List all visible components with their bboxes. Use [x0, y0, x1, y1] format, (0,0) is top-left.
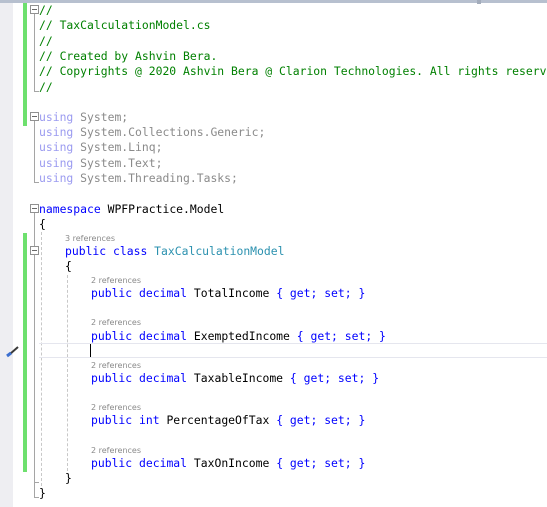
namespace-name: WPFPractice.Model	[107, 202, 225, 216]
property-declaration: public decimal ExemptedIncome { get; set…	[91, 329, 386, 343]
using-keyword: using	[39, 140, 74, 154]
modifier-keyword: public	[91, 371, 133, 385]
property-name: TotalIncome	[193, 286, 270, 300]
collapse-toggle-icon[interactable]	[30, 112, 39, 121]
indent-guide	[67, 275, 68, 471]
using-namespace: System.Collections.Generic;	[80, 125, 266, 139]
codelens-references[interactable]: 2 references	[91, 318, 141, 328]
class-name: TaxCalculationModel	[154, 244, 285, 258]
using-keyword: using	[39, 110, 74, 124]
using-directive: using System.Collections.Generic;	[39, 125, 265, 139]
property-accessors: { get; set; }	[289, 371, 380, 385]
modifier-keyword: public	[91, 329, 133, 343]
class-keyword: class	[113, 244, 148, 258]
class-open-brace: {	[65, 259, 72, 273]
type-keyword: decimal	[139, 456, 188, 470]
namespace-declaration: namespace WPFPractice.Model	[39, 202, 224, 216]
outline-region-line	[34, 255, 35, 482]
indicator-margin	[0, 3, 13, 507]
outline-region-line	[34, 120, 35, 182]
class-declaration: public class TaxCalculationModel	[65, 244, 284, 258]
scroll-marker	[477, 0, 481, 4]
codelens-references[interactable]: 2 references	[91, 446, 141, 456]
comment-line: // TaxCalculationModel.cs	[39, 18, 211, 32]
outline-region-line	[34, 13, 35, 91]
using-directive: using System.Threading.Tasks;	[39, 171, 238, 185]
type-keyword: decimal	[139, 329, 188, 343]
property-name: TaxableIncome	[193, 371, 284, 385]
type-keyword: decimal	[139, 286, 188, 300]
modifier-keyword: public	[91, 286, 133, 300]
namespace-close-brace: }	[39, 486, 46, 500]
codelens-references[interactable]: 3 references	[65, 234, 115, 244]
property-name: ExemptedIncome	[193, 329, 290, 343]
using-directive: using System.Text;	[39, 156, 162, 170]
editor-top-border	[0, 0, 547, 3]
using-namespace: System.Threading.Tasks;	[80, 171, 238, 185]
change-bar-saved	[23, 3, 27, 126]
comment-line: //	[39, 80, 53, 94]
property-declaration: public decimal TaxableIncome { get; set;…	[91, 371, 379, 385]
using-directive: using System;	[39, 110, 128, 124]
comment-line: //	[39, 3, 53, 17]
using-keyword: using	[39, 156, 74, 170]
type-keyword: decimal	[139, 371, 188, 385]
codelens-references[interactable]: 2 references	[91, 276, 141, 286]
property-accessors: { get; set; }	[276, 456, 366, 470]
text-caret	[90, 344, 91, 357]
collapse-toggle-icon[interactable]	[30, 5, 39, 14]
codelens-references[interactable]: 2 references	[91, 403, 141, 413]
using-namespace: System.Text;	[80, 156, 163, 170]
class-close-brace: }	[65, 471, 72, 485]
comment-line: // Copyrights @ 2020 Ashvin Bera @ Clari…	[39, 64, 547, 78]
using-namespace: System.Linq;	[80, 140, 163, 154]
change-bar-saved	[23, 233, 27, 472]
property-name: TaxOnIncome	[193, 456, 270, 470]
indent-guide	[41, 232, 42, 486]
comment-line: //	[39, 34, 53, 48]
current-line-highlight	[39, 343, 547, 358]
namespace-open-brace: {	[39, 217, 46, 231]
property-accessors: { get; set; }	[276, 286, 366, 300]
type-keyword: int	[139, 413, 160, 427]
property-declaration: public decimal TaxOnIncome { get; set; }	[91, 456, 365, 470]
modifier-keyword: public	[91, 413, 133, 427]
outline-region-end	[34, 482, 39, 483]
codelens-references[interactable]: 2 references	[91, 361, 141, 371]
property-name: PercentageOfTax	[166, 413, 270, 427]
modifier-keyword: public	[91, 456, 133, 470]
modifier-keyword: public	[65, 244, 107, 258]
collapse-toggle-icon[interactable]	[30, 246, 39, 255]
property-declaration: public int PercentageOfTax { get; set; }	[91, 413, 365, 427]
using-keyword: using	[39, 171, 74, 185]
edit-pencil-icon[interactable]	[6, 344, 20, 358]
using-keyword: using	[39, 125, 74, 139]
property-accessors: { get; set; }	[276, 413, 366, 427]
collapse-toggle-icon[interactable]	[30, 204, 39, 213]
using-directive: using System.Linq;	[39, 140, 162, 154]
using-namespace: System;	[80, 110, 129, 124]
comment-line: // Created by Ashvin Bera.	[39, 49, 218, 63]
namespace-keyword: namespace	[39, 202, 101, 216]
property-declaration: public decimal TotalIncome { get; set; }	[91, 286, 365, 300]
property-accessors: { get; set; }	[296, 329, 386, 343]
